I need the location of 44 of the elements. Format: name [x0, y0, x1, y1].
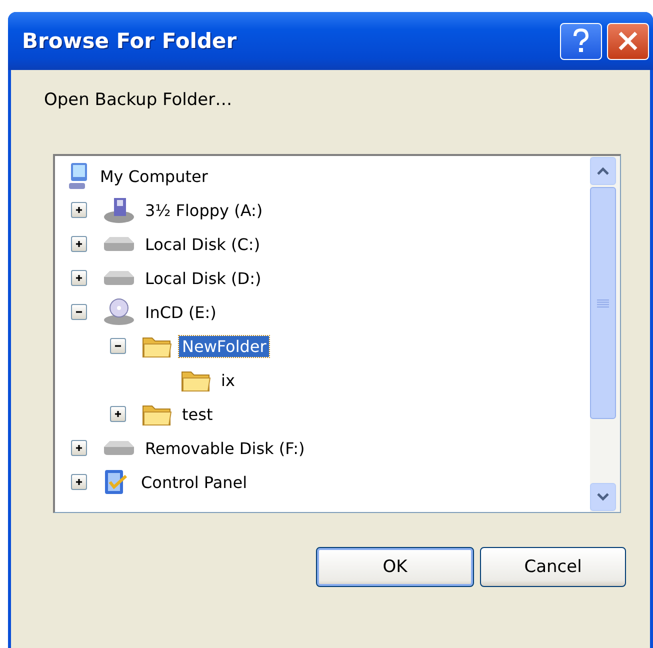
tree-item[interactable]: Removable Disk (F:)	[142, 438, 308, 458]
cancel-button[interactable]: Cancel	[480, 547, 626, 587]
expand-toggle[interactable]	[71, 202, 87, 218]
tree-item[interactable]: test	[179, 404, 216, 424]
expand-toggle[interactable]	[71, 474, 87, 490]
plus-icon	[74, 239, 84, 249]
tree-item[interactable]: Local Disk (C:)	[142, 234, 264, 254]
tree-item[interactable]: My Computer	[97, 166, 211, 186]
tree-item[interactable]: Local Disk (D:)	[142, 268, 264, 288]
vertical-scrollbar[interactable]	[590, 156, 620, 512]
plus-icon	[74, 273, 84, 283]
tree-item[interactable]: NewFolder	[179, 336, 270, 356]
collapse-toggle[interactable]	[71, 304, 87, 320]
tree-item[interactable]: Control Panel	[138, 472, 250, 492]
tree-item[interactable]: ix	[218, 370, 238, 390]
scroll-down-button[interactable]	[590, 483, 616, 511]
plus-icon	[74, 443, 84, 453]
disk-drive-icon	[102, 234, 136, 254]
expand-toggle[interactable]	[71, 236, 87, 252]
floppy-drive-icon	[102, 195, 136, 225]
grip-icon	[597, 298, 609, 308]
scroll-thumb[interactable]	[590, 187, 616, 419]
tree-item[interactable]: 3½ Floppy (A:)	[142, 200, 266, 220]
plus-icon	[113, 409, 123, 419]
close-button[interactable]	[607, 22, 649, 60]
expand-toggle[interactable]	[110, 406, 126, 422]
chevron-up-icon	[597, 167, 609, 175]
window-title: Browse For Folder	[22, 29, 237, 53]
disk-drive-icon	[102, 438, 136, 458]
ok-button[interactable]: OK	[316, 547, 474, 587]
cd-drive-icon	[102, 297, 136, 327]
expand-toggle[interactable]	[71, 440, 87, 456]
help-button[interactable]	[560, 22, 602, 60]
instruction-text: Open Backup Folder…	[44, 90, 234, 112]
help-icon	[572, 28, 590, 54]
close-icon	[617, 30, 639, 52]
expand-toggle[interactable]	[71, 270, 87, 286]
tree-item[interactable]: InCD (E:)	[142, 302, 220, 322]
plus-icon	[74, 477, 84, 487]
scroll-up-button[interactable]	[590, 157, 616, 185]
disk-drive-icon	[102, 268, 136, 288]
chevron-down-icon	[597, 493, 609, 501]
collapse-toggle[interactable]	[110, 338, 126, 354]
plus-icon	[74, 205, 84, 215]
